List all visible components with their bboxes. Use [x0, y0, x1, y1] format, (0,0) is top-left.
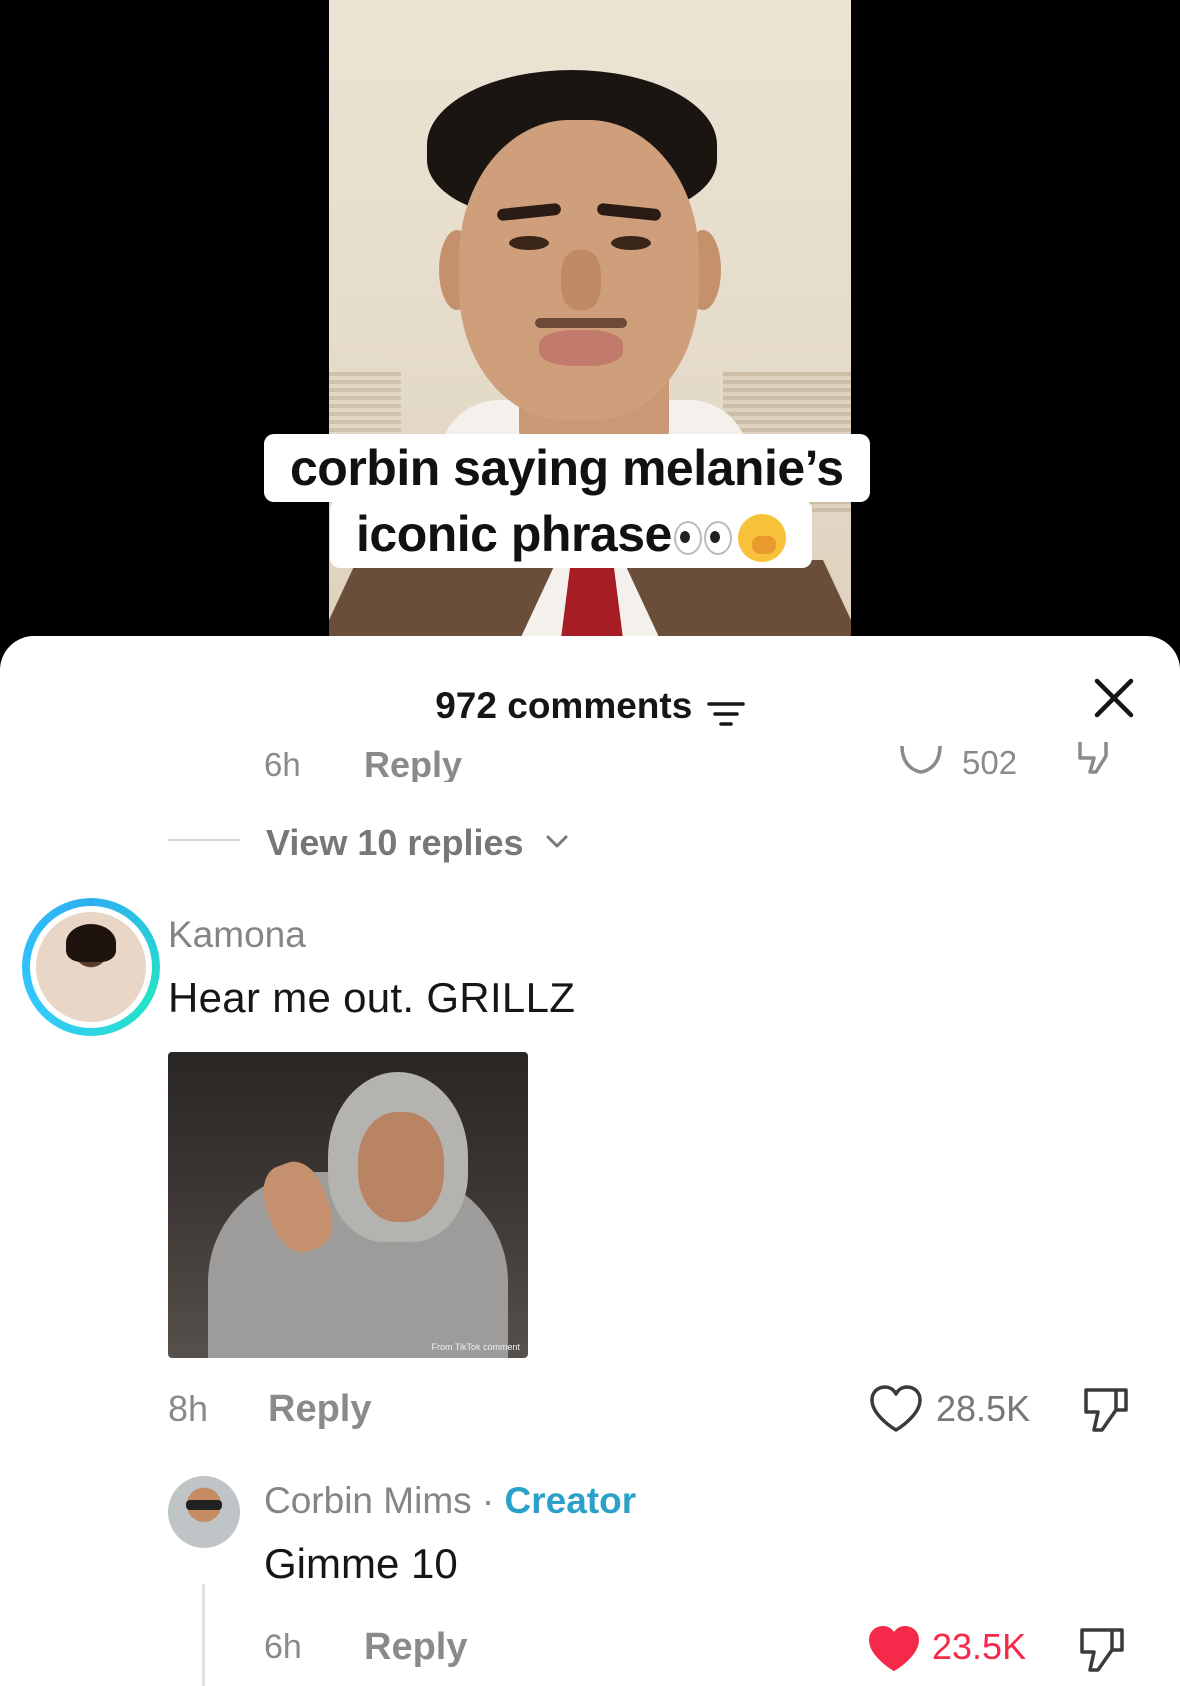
avatar: [36, 912, 146, 1022]
video-player[interactable]: corbin saying melanie’s iconic phrase: [0, 0, 1180, 660]
like-count: 28.5K: [936, 1388, 1031, 1429]
reply-username-line: Corbin Mims · Creator: [264, 1480, 636, 1522]
reply-thread-line: [202, 1584, 205, 1686]
reply-username[interactable]: Corbin Mims: [264, 1480, 472, 1521]
caption-line-2: iconic phrase: [330, 500, 812, 568]
person-eye: [611, 236, 651, 250]
comment-image[interactable]: From TikTok comment: [168, 1052, 528, 1358]
view-replies-label: View 10 replies: [266, 822, 524, 863]
comment-text: Hear me out. GRILLZ: [168, 974, 576, 1021]
name-separator: ·: [471, 1480, 505, 1521]
heart-icon[interactable]: [898, 742, 944, 774]
reply-button[interactable]: Reply: [364, 1626, 467, 1669]
comment-username[interactable]: Kamona: [168, 914, 306, 956]
comment-time: 8h: [168, 1388, 209, 1429]
image-watermark: From TikTok comment: [431, 1342, 520, 1352]
person-eye: [509, 236, 549, 250]
caption-line-1: corbin saying melanie’s: [264, 434, 870, 502]
thread-divider: [168, 839, 240, 841]
heart-icon[interactable]: [866, 1624, 922, 1674]
sort-icon[interactable]: [707, 700, 745, 728]
close-icon[interactable]: [1092, 676, 1136, 720]
dislike-icon[interactable]: [1074, 742, 1120, 776]
like-count: 502: [962, 744, 1018, 781]
avatar-border: [30, 906, 152, 1028]
eye-emoji-icon: [673, 520, 702, 555]
comments-sheet: 972 comments 6h Reply 502 View 10 replie…: [0, 636, 1180, 1686]
eye-emoji-icon: [703, 520, 732, 555]
like-count: 23.5K: [932, 1626, 1027, 1667]
creator-badge: Creator: [504, 1480, 637, 1521]
image-face: [358, 1112, 444, 1222]
person-nose: [561, 250, 601, 310]
reply-button[interactable]: Reply: [268, 1388, 371, 1431]
reply-button[interactable]: Reply: [364, 744, 462, 782]
reply-text: Gimme 10: [264, 1540, 458, 1587]
avatar[interactable]: [168, 1476, 240, 1548]
dislike-icon[interactable]: [1076, 1624, 1128, 1676]
dislike-icon[interactable]: [1080, 1384, 1132, 1436]
avatar-story-ring[interactable]: [22, 898, 160, 1036]
person-mouth: [539, 330, 623, 366]
heart-icon[interactable]: [868, 1384, 924, 1434]
hand-over-mouth-emoji-icon: [737, 513, 786, 562]
reply-time: 6h: [264, 1628, 302, 1666]
comment-time: 6h: [264, 746, 301, 782]
comment-count: 972 comments: [435, 685, 693, 726]
chevron-down-icon: [546, 835, 568, 848]
previous-comment-actions: 6h Reply 502: [0, 742, 1180, 782]
caption-line-2-text: iconic phrase: [356, 506, 672, 562]
person-mustache: [535, 318, 627, 328]
comments-header: 972 comments: [0, 676, 1180, 736]
